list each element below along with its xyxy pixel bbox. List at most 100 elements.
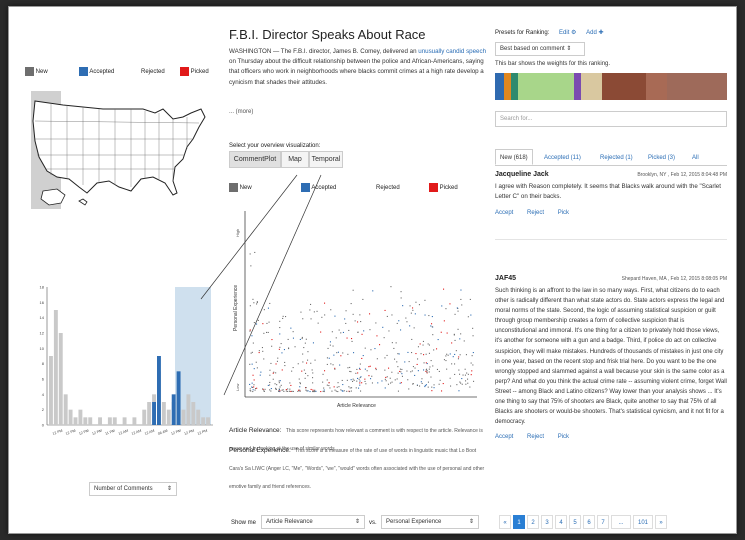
- scatter-point[interactable]: [347, 367, 349, 369]
- scatter-point[interactable]: [278, 348, 280, 350]
- scatter-point[interactable]: [285, 389, 287, 391]
- histogram-accepted-bar[interactable]: [176, 371, 181, 425]
- scatter-point[interactable]: [458, 390, 460, 392]
- scatter-point[interactable]: [279, 327, 281, 329]
- viz-button-commentplot[interactable]: CommentPlot: [229, 151, 281, 168]
- histogram-accepted-bar[interactable]: [171, 394, 176, 425]
- weight-segment[interactable]: [518, 73, 574, 100]
- scatter-point[interactable]: [272, 378, 274, 380]
- scatter-point[interactable]: [351, 387, 353, 389]
- scatter-point[interactable]: [292, 367, 294, 369]
- scatter-point[interactable]: [269, 302, 271, 304]
- histogram-accepted-bar[interactable]: [157, 356, 161, 425]
- scatter-point[interactable]: [262, 350, 264, 352]
- scatter-point[interactable]: [388, 330, 390, 332]
- scatter-point[interactable]: [313, 311, 315, 313]
- scatter-point[interactable]: [329, 344, 331, 346]
- scatter-point[interactable]: [446, 353, 448, 355]
- pagination-next[interactable]: »: [655, 515, 667, 529]
- scatter-point[interactable]: [341, 379, 343, 381]
- scatter-point[interactable]: [259, 374, 261, 376]
- scatter-point[interactable]: [429, 366, 431, 368]
- scatter-point[interactable]: [414, 374, 416, 376]
- scatter-point[interactable]: [445, 360, 447, 362]
- scatter-point[interactable]: [399, 382, 401, 384]
- article-link[interactable]: unusually candid speech: [418, 48, 486, 55]
- scatter-point[interactable]: [394, 379, 396, 381]
- scatter-point[interactable]: [249, 388, 251, 390]
- scatter-point[interactable]: [361, 333, 363, 335]
- scatter-point[interactable]: [417, 370, 419, 372]
- scatter-point[interactable]: [359, 384, 361, 386]
- scatter-point[interactable]: [256, 367, 258, 369]
- scatter-point[interactable]: [335, 337, 337, 339]
- scatter-point[interactable]: [340, 355, 342, 357]
- scatter-point[interactable]: [412, 366, 414, 368]
- scatter-point[interactable]: [471, 355, 473, 357]
- scatter-point[interactable]: [384, 357, 386, 359]
- histogram-bar[interactable]: [112, 417, 117, 425]
- scatter-point[interactable]: [368, 366, 370, 368]
- scatter-point[interactable]: [253, 368, 255, 370]
- scatter-point[interactable]: [371, 375, 373, 377]
- scatter-point[interactable]: [350, 390, 352, 392]
- scatter-point[interactable]: [335, 390, 337, 392]
- scatter-point[interactable]: [252, 342, 254, 344]
- scatter-point[interactable]: [450, 385, 452, 387]
- scatter-point[interactable]: [278, 390, 280, 392]
- scatter-point[interactable]: [306, 362, 308, 364]
- scatter-point[interactable]: [283, 390, 285, 392]
- scatter-point[interactable]: [326, 363, 328, 365]
- scatter-point[interactable]: [275, 363, 277, 365]
- scatter-point[interactable]: [441, 305, 443, 307]
- scatter-point[interactable]: [427, 343, 429, 345]
- weight-segment[interactable]: [645, 73, 667, 100]
- scatter-point[interactable]: [256, 387, 258, 389]
- scatter-point[interactable]: [282, 389, 284, 391]
- add-preset-link[interactable]: Add ✚: [586, 30, 603, 36]
- scatter-point[interactable]: [322, 381, 324, 383]
- pagination-page[interactable]: 6: [583, 515, 595, 529]
- scatter-point[interactable]: [278, 382, 280, 384]
- scatter-point[interactable]: [361, 357, 363, 359]
- scatter-point[interactable]: [453, 334, 455, 336]
- scatter-point[interactable]: [336, 386, 338, 388]
- scatter-point[interactable]: [301, 336, 303, 338]
- histogram-bar[interactable]: [122, 417, 127, 425]
- scatter-point[interactable]: [398, 353, 400, 355]
- scatter-point[interactable]: [472, 352, 474, 354]
- scatter-point[interactable]: [268, 321, 270, 323]
- scatter-point[interactable]: [375, 367, 377, 369]
- scatter-point[interactable]: [417, 358, 419, 360]
- scatter-point[interactable]: [459, 373, 461, 375]
- scatter-point[interactable]: [323, 391, 325, 393]
- preset-select[interactable]: Best based on comment ⇕: [495, 42, 585, 56]
- scatter-point[interactable]: [401, 375, 403, 377]
- scatter-point[interactable]: [422, 340, 424, 342]
- histogram-bar[interactable]: [49, 356, 53, 425]
- scatter-point[interactable]: [413, 327, 415, 329]
- histogram-bar[interactable]: [181, 409, 186, 425]
- scatter-point[interactable]: [330, 309, 332, 311]
- scatter-point[interactable]: [472, 335, 474, 337]
- scatter-point[interactable]: [312, 391, 314, 393]
- scatter-point[interactable]: [249, 305, 251, 307]
- scatter-point[interactable]: [386, 376, 388, 378]
- scatter-point[interactable]: [467, 378, 469, 380]
- tab-accepted[interactable]: Accepted (11): [539, 149, 586, 165]
- scatter-point[interactable]: [278, 388, 280, 390]
- scatter-point[interactable]: [439, 379, 441, 381]
- pick-button[interactable]: Pick: [558, 434, 569, 440]
- scatter-point[interactable]: [364, 368, 366, 370]
- scatter-point[interactable]: [331, 390, 333, 392]
- scatter-point[interactable]: [350, 379, 352, 381]
- scatter-point[interactable]: [425, 353, 427, 355]
- scatter-point[interactable]: [399, 368, 401, 370]
- scatter-point[interactable]: [422, 344, 424, 346]
- scatter-point[interactable]: [472, 327, 474, 329]
- scatter-point[interactable]: [255, 388, 257, 390]
- scatter-point[interactable]: [249, 390, 251, 392]
- histogram-bar[interactable]: [107, 417, 112, 425]
- histogram-bar[interactable]: [161, 402, 166, 425]
- histogram-metric-select[interactable]: Number of Comments ⇕: [89, 482, 177, 496]
